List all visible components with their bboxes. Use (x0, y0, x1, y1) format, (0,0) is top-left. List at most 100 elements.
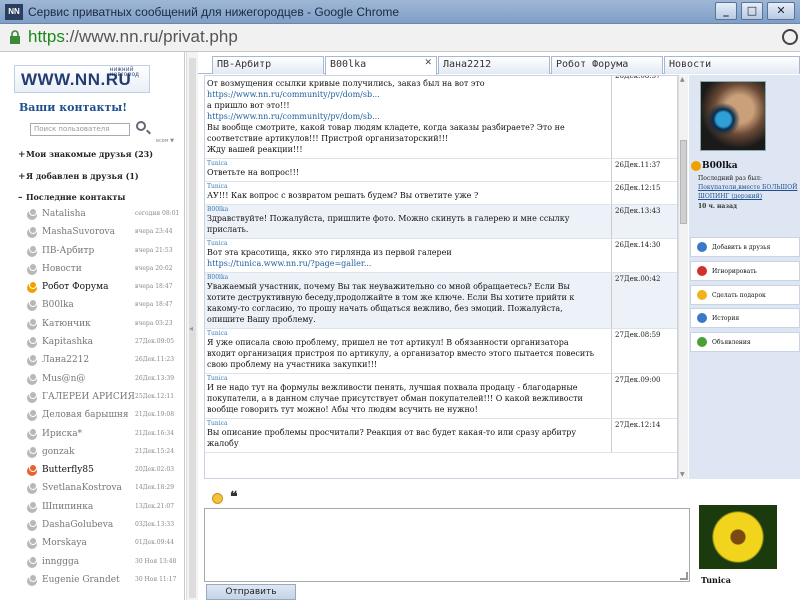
contact-item[interactable]: Катюнчик вчера 03:23 (27, 317, 184, 335)
message: B00lka Уважаемый участник, почему Вы так … (205, 273, 677, 329)
maximize-button[interactable]: □ (741, 2, 763, 20)
action-ignore-button[interactable]: Игнорировать (690, 261, 800, 281)
peer-avatar[interactable] (699, 505, 777, 569)
zoom-icon[interactable] (782, 29, 798, 45)
sidebar-splitter[interactable]: ◂ (186, 52, 198, 600)
profile-nick[interactable]: B00lka (691, 161, 738, 171)
close-tab-icon[interactable]: ✕ (424, 58, 432, 68)
site-logo[interactable]: WWW.NN.RU нижний новгород (14, 65, 150, 93)
contact-name: Ириска* (42, 428, 83, 439)
ignore-icon (697, 266, 707, 276)
smiley-icon[interactable] (212, 493, 223, 504)
user-icon (27, 555, 37, 568)
contact-name: Деловая барышня (42, 410, 129, 421)
message-author[interactable]: Tunica (207, 160, 597, 167)
message-link[interactable]: https://www.nn.ru/community/pv/dom/sb... (207, 89, 597, 100)
message-author[interactable]: Tunica (207, 420, 597, 427)
message-date: 27Дек.08:59 (611, 329, 661, 373)
avatar[interactable] (700, 81, 766, 151)
contact-time: вчера 21:53 (135, 246, 173, 254)
contact-name: Новости (42, 263, 82, 274)
user-icon (27, 573, 37, 586)
user-icon (27, 445, 37, 458)
contact-item[interactable]: DashaGolubeva 03Дек.13:33 (27, 518, 184, 536)
message-input[interactable] (204, 508, 690, 582)
tab-4[interactable]: Новости (664, 56, 800, 74)
send-button[interactable]: Отправить (206, 584, 296, 600)
message-text: Я уже описала свою проблему, пришел не т… (207, 338, 594, 369)
minimize-button[interactable]: _ (715, 2, 737, 20)
contact-time: 13Дек.21:07 (135, 502, 175, 510)
contact-time: вчера 18:47 (135, 283, 173, 291)
contact-time: 21Дек.16:34 (135, 429, 175, 437)
url-rest: ://www.nn.ru/privat.php (64, 27, 238, 46)
contact-item[interactable]: Kapitashka 27Дек.09:05 (27, 335, 184, 353)
tab-1[interactable]: B00lka ✕ (325, 56, 437, 75)
contact-name: Butterfly85 (42, 465, 94, 476)
contact-item[interactable]: Ириска* 21Дек.16:34 (27, 427, 184, 445)
contact-item[interactable]: Робот Форума вчера 18:47 (27, 280, 184, 298)
quote-icon[interactable]: ❝ (230, 489, 238, 505)
contact-item[interactable]: Mus@n@ 26Дек.13:39 (27, 372, 184, 390)
address-bar[interactable]: https://www.nn.ru/privat.php (0, 24, 800, 52)
tab-0[interactable]: ПВ-Арбитр (212, 56, 324, 74)
action-ads-button[interactable]: Объявления (690, 332, 800, 352)
scroll-thumb[interactable] (680, 140, 687, 224)
message-author[interactable]: Tunica (207, 183, 597, 190)
contact-item[interactable]: Natalisha сегодня 08:01 (27, 207, 184, 225)
contact-item[interactable]: Morskaya 01Дек.09:44 (27, 536, 184, 554)
scroll-down-icon[interactable]: ▼ (680, 471, 685, 478)
message-author[interactable]: Tunica (207, 330, 597, 337)
message-author[interactable]: Tunica (207, 375, 597, 382)
message-scrollbar[interactable]: ▲ ▼ (678, 75, 688, 479)
contact-item[interactable]: Butterfly85 20Дек.02:03 (27, 463, 184, 481)
contact-name: Morskaya (42, 538, 87, 549)
contact-item[interactable]: MashaSuvorova вчера 23:44 (27, 225, 184, 243)
contact-time: вчера 23:44 (135, 228, 173, 236)
contact-item[interactable]: gonzak 21Дек.15:24 (27, 445, 184, 463)
contact-name: Natalisha (42, 209, 86, 219)
expand-icon: + (18, 172, 26, 182)
message-link[interactable]: https://tunica.www.nn.ru/?page=galler... (207, 258, 597, 269)
contact-item[interactable]: Eugenie Grandet 30 Ноя 11:17 (27, 573, 184, 591)
contact-name: SvetlanaKostrova (42, 483, 122, 494)
search-input[interactable]: Поиск пользователя (30, 123, 130, 136)
user-icon (27, 244, 37, 257)
search-icon[interactable] (136, 121, 146, 131)
contact-item[interactable]: Новости вчера 20:02 (27, 262, 184, 280)
group-recent[interactable]: – Последние контакты (18, 192, 125, 203)
message-author[interactable]: B00lka (207, 274, 597, 281)
contact-time: 26Дек.11:23 (135, 356, 175, 364)
last-place-link[interactable]: Покупатели,вместе БОЛЬШОЙ ШОПИНГ (дерзки… (698, 184, 797, 200)
collapse-arrow-icon[interactable]: ◂ (189, 324, 193, 333)
contact-item[interactable]: SvetlanaKostrova 14Дек.18:29 (27, 481, 184, 499)
contact-item[interactable]: Деловая барышня 21Дек.19:08 (27, 408, 184, 426)
action-gift-button[interactable]: Сделать подарок (690, 285, 800, 305)
contact-item[interactable]: ГАЛЕРЕИ АРИСИЯ 25Дек.12:11 (27, 390, 184, 408)
message-link[interactable]: https://www.nn.ru/community/pv/dom/sb... (207, 111, 597, 122)
contact-item[interactable]: Лана2212 26Дек.11:23 (27, 353, 184, 371)
url-text[interactable]: https://www.nn.ru/privat.php (28, 27, 238, 47)
message-author[interactable]: B00lka (207, 206, 597, 213)
resize-handle-icon[interactable] (680, 572, 688, 580)
tab-2[interactable]: Лана2212 (438, 56, 550, 74)
contact-item[interactable]: ПВ-Арбитр вчера 21:53 (27, 244, 184, 262)
action-add-friend-button[interactable]: Добавить в друзья (690, 237, 800, 257)
tab-3[interactable]: Робот Форума (551, 56, 663, 74)
contact-item[interactable]: innggga 30 Ноя 13:48 (27, 555, 184, 573)
group-added-me[interactable]: +Я добавлен в друзья (1) (18, 171, 139, 182)
close-window-button[interactable]: ✕ (767, 2, 795, 20)
scroll-up-icon[interactable]: ▲ (680, 76, 685, 83)
user-icon (27, 281, 37, 294)
logo-subtitle: нижний новгород (110, 67, 140, 78)
tab-label: Робот Форума (556, 59, 629, 70)
message-date: 26Дек.11:37 (611, 159, 661, 181)
contact-name: innggga (42, 556, 80, 567)
group-friends[interactable]: +Мои знакомые друзья (23) (18, 149, 153, 160)
message-author[interactable]: Tunica (207, 240, 597, 247)
contact-item[interactable]: Шпипинка 13Дек.21:07 (27, 500, 184, 518)
action-history-button[interactable]: История (690, 308, 800, 328)
all-filter-link[interactable]: всем ▼ (156, 138, 174, 144)
contact-time: вчера 03:23 (135, 319, 173, 327)
contact-item[interactable]: B00lka вчера 18:47 (27, 298, 184, 316)
